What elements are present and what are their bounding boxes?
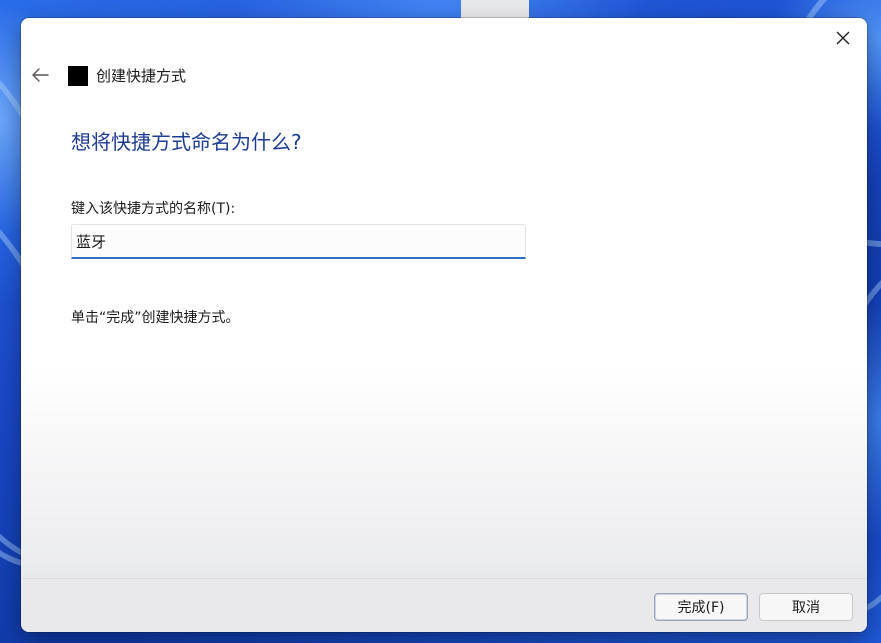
back-button[interactable] xyxy=(27,62,53,88)
create-shortcut-dialog: 创建快捷方式 想将快捷方式命名为什么? 键入该快捷方式的名称(T): 单击“完成… xyxy=(21,18,867,632)
close-button[interactable] xyxy=(825,22,861,54)
dialog-footer: 完成(F) 取消 xyxy=(21,578,867,632)
cancel-button[interactable]: 取消 xyxy=(759,593,853,621)
close-icon xyxy=(836,31,850,45)
instruction-text: 单击“完成”创建快捷方式。 xyxy=(71,310,240,326)
dialog-content: 创建快捷方式 想将快捷方式命名为什么? 键入该快捷方式的名称(T): 单击“完成… xyxy=(21,18,867,578)
back-arrow-icon xyxy=(32,68,49,82)
page-heading: 想将快捷方式命名为什么? xyxy=(71,130,302,154)
finish-button[interactable]: 完成(F) xyxy=(654,593,748,621)
shortcut-name-label: 键入该快捷方式的名称(T): xyxy=(71,201,236,217)
shortcut-wizard-icon xyxy=(68,66,88,86)
shortcut-name-input[interactable] xyxy=(71,224,526,259)
background-window-edge xyxy=(461,0,529,18)
window-title: 创建快捷方式 xyxy=(96,67,187,85)
